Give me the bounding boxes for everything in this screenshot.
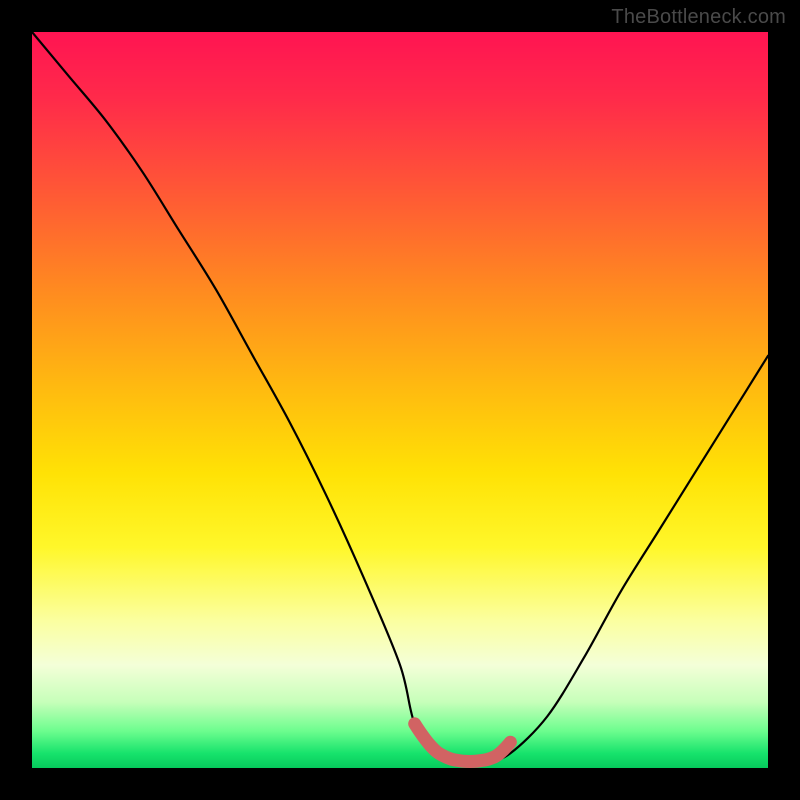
chart-svg — [32, 32, 768, 768]
plot-area — [32, 32, 768, 768]
watermark-text: TheBottleneck.com — [611, 6, 786, 29]
bottleneck-curve-path — [32, 32, 768, 762]
optimal-zone-path — [415, 724, 511, 762]
chart-frame: TheBottleneck.com — [0, 0, 800, 800]
